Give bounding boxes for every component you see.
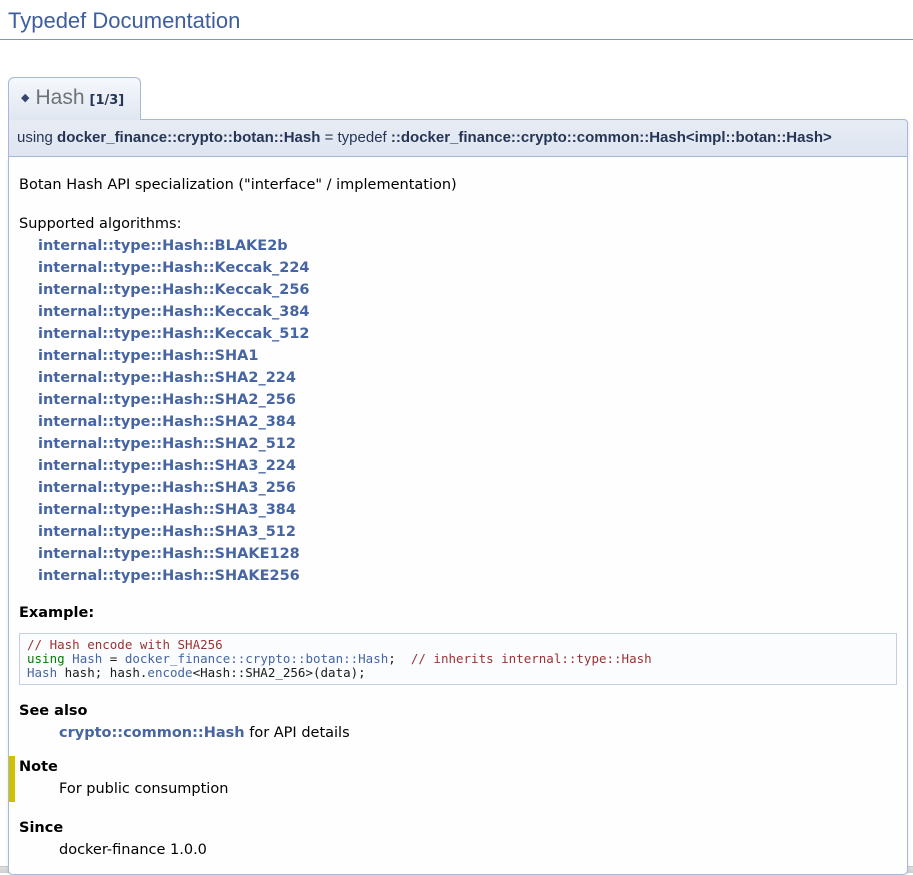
note-text: For public consumption: [59, 779, 897, 799]
page-title: Typedef Documentation: [0, 0, 913, 40]
declaration-equals-typedef: = typedef: [320, 129, 390, 146]
algorithm-link[interactable]: internal::type::Hash::SHA2_512: [38, 433, 897, 455]
code-token-plain: <Hash::SHA2_256>(data);: [193, 665, 366, 680]
declaration-typedef-name: docker_finance::crypto::botan::Hash: [57, 129, 320, 146]
algorithm-link[interactable]: internal::type::Hash::SHA3_384: [38, 499, 897, 521]
algorithm-link[interactable]: internal::type::Hash::SHA3_256: [38, 477, 897, 499]
code-link[interactable]: Hash: [72, 651, 102, 666]
algorithm-link[interactable]: internal::type::Hash::SHA2_224: [38, 367, 897, 389]
algorithm-link[interactable]: internal::type::Hash::Keccak_224: [38, 257, 897, 279]
code-link[interactable]: docker_finance::crypto::botan::Hash: [125, 651, 388, 666]
code-line: using Hash = docker_finance::crypto::bot…: [27, 652, 889, 666]
member-item: using docker_finance::crypto::botan::Has…: [8, 119, 908, 875]
see-also-content: crypto::common::Hash for API details: [59, 723, 897, 743]
example-heading: Example:: [19, 603, 897, 623]
algorithm-link[interactable]: internal::type::Hash::SHA2_384: [38, 411, 897, 433]
algorithm-link-list: internal::type::Hash::BLAKE2binternal::t…: [19, 235, 897, 587]
code-token-plain: ;: [388, 651, 411, 666]
permalink-diamond-icon[interactable]: ◆: [21, 91, 29, 104]
declaration-using-keyword: using: [17, 129, 57, 146]
algorithm-link[interactable]: internal::type::Hash::SHAKE128: [38, 543, 897, 565]
see-also-heading: See also: [19, 701, 897, 721]
algorithm-link[interactable]: internal::type::Hash::SHAKE256: [38, 565, 897, 587]
code-link[interactable]: encode: [147, 665, 192, 680]
code-line: Hash hash; hash.encode<Hash::SHA2_256>(d…: [27, 666, 889, 680]
algorithm-link[interactable]: internal::type::Hash::SHA3_512: [38, 521, 897, 543]
member-documentation: Botan Hash API specialization ("interfac…: [8, 157, 908, 875]
note-section: Note For public consumption: [9, 756, 897, 802]
algorithm-link[interactable]: internal::type::Hash::Keccak_512: [38, 323, 897, 345]
algorithm-link[interactable]: internal::type::Hash::Keccak_384: [38, 301, 897, 323]
code-token-plain: =: [102, 651, 125, 666]
algorithm-link[interactable]: internal::type::Hash::Keccak_256: [38, 279, 897, 301]
code-token-keyword: using: [27, 651, 65, 666]
member-tab: ◆ Hash [1/3]: [8, 77, 141, 120]
description-text: Botan Hash API specialization ("interfac…: [19, 175, 897, 195]
member-tab-title: Hash: [35, 86, 84, 109]
supported-algorithms-label: Supported algorithms:: [19, 213, 897, 235]
algorithm-link[interactable]: internal::type::Hash::SHA2_256: [38, 389, 897, 411]
code-link[interactable]: Hash: [27, 665, 57, 680]
since-heading: Since: [19, 818, 897, 838]
declaration-target-type: ::docker_finance::crypto::common::Hash<i…: [391, 129, 832, 146]
code-token-plain: hash; hash.: [57, 665, 147, 680]
see-also-suffix: for API details: [245, 725, 350, 741]
example-section: Example:: [19, 603, 897, 623]
member-tab-overload-index: [1/3]: [90, 93, 125, 108]
code-example-block: // Hash encode with SHA256using Hash = d…: [19, 633, 897, 685]
code-line: // Hash encode with SHA256: [27, 638, 889, 652]
see-also-section: See also crypto::common::Hash for API de…: [19, 701, 897, 743]
supported-algorithms-section: Supported algorithms: internal::type::Ha…: [19, 213, 897, 587]
algorithm-link[interactable]: internal::type::Hash::BLAKE2b: [38, 235, 897, 257]
since-section: Since docker-finance 1.0.0: [19, 818, 897, 860]
algorithm-link[interactable]: internal::type::Hash::SHA3_224: [38, 455, 897, 477]
code-token-comment: // Hash encode with SHA256: [27, 637, 223, 652]
since-text: docker-finance 1.0.0: [59, 840, 897, 860]
code-token-comment: // inherits internal::type::Hash: [411, 651, 652, 666]
typedef-declaration: using docker_finance::crypto::botan::Has…: [8, 119, 908, 157]
see-also-link[interactable]: crypto::common::Hash: [59, 725, 245, 741]
note-heading: Note: [19, 757, 897, 777]
algorithm-link[interactable]: internal::type::Hash::SHA1: [38, 345, 897, 367]
